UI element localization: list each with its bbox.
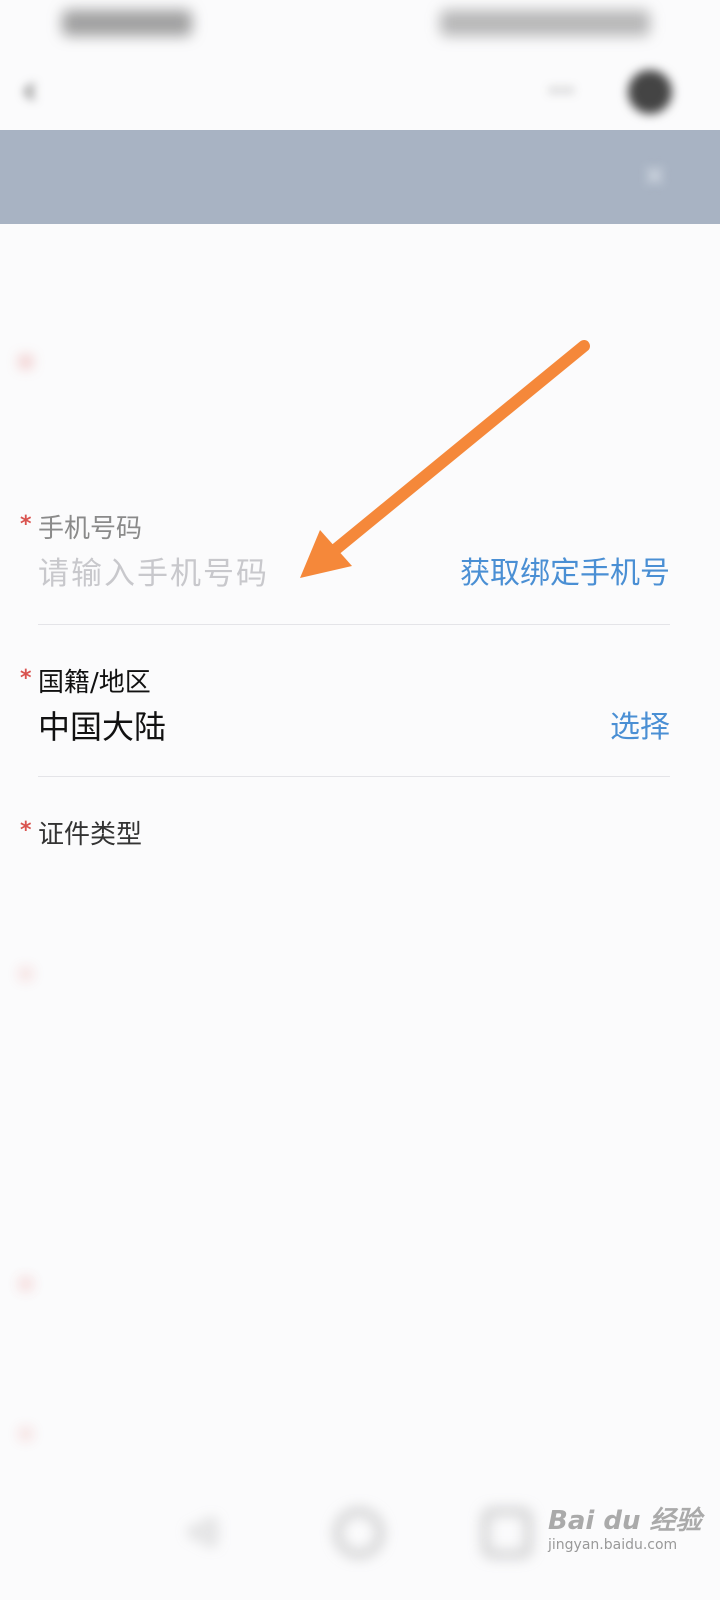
more-dots-icon[interactable]: ···: [548, 76, 584, 106]
divider: [38, 624, 670, 625]
phone-input[interactable]: 请输入手机号码: [38, 548, 358, 592]
required-marker: *: [20, 1426, 32, 1451]
nav-back-icon[interactable]: ◁: [188, 1510, 224, 1550]
divider: [38, 776, 670, 777]
watermark-sub: jingyan.baidu.com: [548, 1537, 678, 1553]
nationality-field: * 国籍/地区 中国大陆 选择: [0, 656, 720, 776]
nav-home-icon[interactable]: [336, 1510, 382, 1556]
gender-field: *: [0, 1270, 720, 1370]
required-marker: *: [20, 354, 32, 379]
watermark-main: Bai du 经验: [548, 1506, 702, 1536]
select-gender-button[interactable]: [590, 1318, 670, 1362]
birthday-field: *: [0, 1420, 720, 1500]
phone-label: 手机号码: [38, 514, 143, 544]
baidu-watermark: Bai du 经验 jingyan.baidu.com: [548, 1500, 708, 1570]
nationality-label: 国籍/地区: [38, 668, 151, 698]
notice-bar: ×: [0, 130, 720, 224]
chevron-left-icon[interactable]: ‹: [22, 70, 48, 110]
select-id-type-button[interactable]: [590, 856, 670, 900]
id-type-label: 证件类型: [38, 820, 143, 850]
select-nationality-button[interactable]: 选择: [560, 702, 670, 746]
help-text: [38, 1120, 668, 1210]
required-marker: *: [20, 1276, 32, 1301]
status-right-indicators: [440, 10, 650, 36]
notice-text: [32, 156, 522, 196]
section-title: [38, 262, 238, 318]
id-type-field: * 证件类型: [0, 808, 720, 908]
required-marker: *: [20, 818, 32, 843]
close-icon[interactable]: ×: [642, 158, 674, 194]
nationality-value: 中国大陆: [38, 708, 167, 746]
status-bar: [0, 0, 720, 52]
required-marker: *: [20, 666, 32, 691]
target-circle-icon[interactable]: [628, 70, 672, 114]
nav-recents-icon[interactable]: [484, 1510, 530, 1556]
required-marker: *: [20, 966, 32, 991]
get-bound-phone-button[interactable]: 获取绑定手机号: [420, 548, 670, 592]
id-number-field[interactable]: *: [14, 960, 434, 1050]
phone-field: * 手机号码 请输入手机号码 获取绑定手机号: [0, 500, 720, 624]
name-field[interactable]: *: [14, 348, 314, 438]
status-left-indicators: [62, 10, 192, 36]
app-header: ‹ ···: [0, 52, 720, 130]
page-title: [82, 68, 362, 112]
required-marker: *: [20, 512, 32, 537]
